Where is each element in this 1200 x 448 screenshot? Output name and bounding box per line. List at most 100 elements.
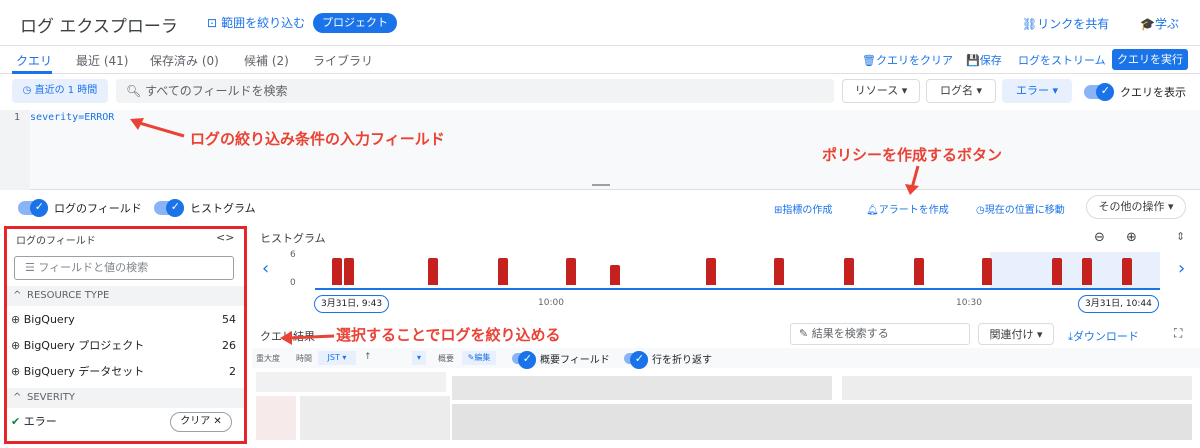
annotation-arrow-input [130,118,185,138]
log-name-dropdown[interactable]: ログ名 ▾ [926,79,996,103]
relevance-dropdown[interactable]: 関連付け ▾ [978,323,1054,345]
log-fields-toggle[interactable]: ✓ [18,199,48,217]
chevron-left-icon[interactable]: ‹ [262,258,269,279]
histogram-bar[interactable] [428,258,438,285]
histogram-toggle[interactable]: ✓ [154,199,184,217]
bigquery-icon: ⊕ [11,365,24,378]
annotation-arrow-policy [905,165,920,195]
clear-severity-chip[interactable]: クリア ✕ [170,412,232,432]
alert-icon: 🔔︎ [866,205,879,216]
tick-label: 10:00 [538,298,564,308]
edit-summary-button[interactable]: ✎編集 [462,351,496,365]
stream-logs-button[interactable]: ログをストリーム [1018,52,1106,68]
jump-to-now-button[interactable]: ◷現在の位置に移動 [976,201,1065,216]
check-icon: ✓ [34,200,44,213]
clear-query-button[interactable]: 🗑クエリをクリア [862,52,953,68]
log-fields-label: ログのフィールド [54,202,142,215]
more-actions-dropdown[interactable]: その他の操作 ▾ [1086,195,1186,219]
tab-library[interactable]: ライブラリ [313,52,373,69]
show-query-toggle[interactable]: ✓ [1084,83,1114,101]
expand-code-icon[interactable]: <> [216,231,234,244]
scope-icon: ⊡ [207,15,218,30]
histogram-bar[interactable] [344,258,354,285]
column-severity: 重大度 [256,354,280,363]
narrow-scope-button[interactable]: ⊡ 範囲を絞り込む [207,14,305,31]
project-chip[interactable]: プロジェクト [313,13,397,33]
fullscreen-icon[interactable]: ⛶ [1174,326,1182,341]
section-resource-type[interactable]: ^ RESOURCE TYPE [7,286,244,306]
learn-button[interactable]: 🎓学ぶ [1140,15,1179,32]
histogram-title: ヒストグラム [260,232,326,245]
save-button[interactable]: 💾保存 [966,52,1002,68]
clock-icon: ◷ [976,205,985,216]
check-icon: ✓ [522,352,532,365]
results-search-input[interactable]: ✎ 結果を検索する [790,323,970,345]
create-metric-button[interactable]: ⊞指標の作成 [774,201,832,216]
annotation-arrow-filter [280,331,335,345]
end-time-label[interactable]: 3月31日, 10:44 [1078,295,1159,313]
column-summary: 概要 [438,354,454,363]
timezone-dropdown[interactable]: JST ▾ [318,351,356,365]
annotation-select-filter: 選択することでログを絞り込める [336,326,561,344]
sort-arrow-icon[interactable]: ↑ [364,352,372,362]
histogram-bar[interactable] [844,258,854,285]
zoom-in-icon[interactable]: ⊕ [1126,230,1137,245]
histogram-bar[interactable] [610,265,620,285]
histogram-bar[interactable] [774,258,784,285]
check-icon: ✓ [170,200,180,213]
y-min-label: 0 [290,278,296,288]
pencil-icon: ✎ [799,327,812,340]
tab-saved[interactable]: 保存済み (0) [150,52,219,69]
annotation-policy-button: ポリシーを作成するボタン [822,146,1003,164]
wrap-lines-toggle[interactable]: ✓ [624,351,648,369]
column-time: 時間 [296,354,312,363]
share-link-button[interactable]: ⛓リンクを共有 [1022,15,1109,32]
log-fields-title: ログのフィールド [16,236,96,247]
run-query-button[interactable]: クエリを実行 [1112,49,1188,70]
top-bar [0,0,1200,46]
histogram-bar[interactable] [1082,258,1092,285]
tab-recent[interactable]: 最近 (41) [76,52,128,69]
check-icon: ✓ [634,352,644,365]
time-range-chip[interactable]: ◷ 直近の 1 時間 [12,79,108,103]
zoom-out-icon[interactable]: ⊖ [1094,230,1105,245]
resize-handle[interactable] [592,184,610,186]
histogram-label: ヒストグラム [190,202,256,215]
page-title: ログ エクスプローラ [20,17,178,37]
chevron-right-icon[interactable]: › [1178,258,1185,279]
histogram-bar[interactable] [914,258,924,285]
bigquery-icon: ⊕ [11,313,24,326]
list-item[interactable]: ⊕ BigQuery 54 [7,307,244,333]
resource-dropdown[interactable]: リソース ▾ [842,79,920,103]
section-severity[interactable]: ^ SEVERITY [7,388,244,408]
results-columns-header [252,348,1200,368]
clock-icon: ◷ [22,85,35,96]
severity-dropdown[interactable]: エラー ▾ [1002,79,1072,103]
field-search-input[interactable]: ☰ フィールドと値の検索 [14,256,234,280]
histogram-bar[interactable] [332,258,342,285]
check-icon: ✓ [1100,84,1110,97]
link-icon: ⛓ [1022,17,1038,31]
query-code[interactable]: 1 severity=ERROR [14,112,114,123]
download-button[interactable]: ⤓ダウンロード [1068,328,1139,344]
start-time-label[interactable]: 3月31日, 9:43 [314,295,390,313]
create-alert-button[interactable]: 🔔︎アラートを作成 [866,201,949,216]
histogram-bar[interactable] [706,258,716,285]
histogram-bar[interactable] [566,258,576,285]
histogram-bar[interactable] [982,258,992,285]
search-all-fields-input[interactable]: 🔍︎ すべてのフィールドを検索 [116,79,834,103]
list-item[interactable]: ⊕ BigQuery データセット 2 [7,359,244,385]
histogram-bar[interactable] [1122,258,1132,285]
histogram-bar[interactable] [1052,258,1062,285]
histogram-bar[interactable] [498,258,508,285]
show-query-label: クエリを表示 [1120,86,1186,99]
summary-fields-toggle[interactable]: ✓ [512,351,536,369]
results-table-blurred [252,368,1200,448]
collapse-icon[interactable]: ⇕ [1176,230,1185,243]
search-icon: 🔍︎ [126,84,146,98]
expand-dropdown[interactable]: ▾ [412,351,426,365]
bigquery-icon: ⊕ [11,339,24,352]
tab-suggested[interactable]: 候補 (2) [244,52,289,69]
list-item[interactable]: ⊕ BigQuery プロジェクト 26 [7,333,244,359]
tab-query[interactable]: クエリ [16,52,52,69]
